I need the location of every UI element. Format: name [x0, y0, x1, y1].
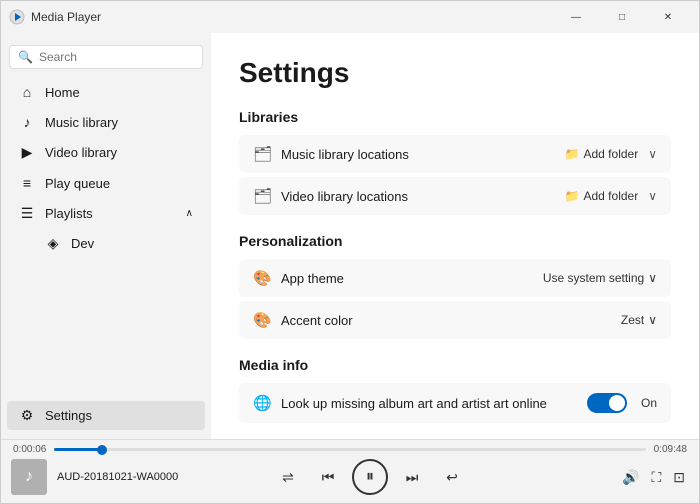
add-folder-video-label: Add folder: [584, 189, 639, 203]
chevron-down-icon-accent: ∨: [648, 313, 657, 327]
toggle-knob: [609, 395, 625, 411]
controls-center: ⇌ ⏮ ⏸ ⏭ ↩: [211, 459, 529, 495]
add-folder-music-button[interactable]: 📁 Add folder: [565, 147, 639, 161]
toggle-on-label: On: [641, 396, 657, 410]
fullscreen-button[interactable]: ⛶: [647, 465, 665, 490]
queue-icon: ≡: [19, 175, 35, 191]
titlebar: Media Player — □ ✕: [1, 1, 699, 33]
accent-color-row: 🎨 Accent color Zest ∨: [239, 301, 671, 339]
search-box[interactable]: 🔍: [9, 45, 203, 69]
sidebar-item-play-queue[interactable]: ≡ Play queue: [7, 169, 205, 197]
page-title: Settings: [239, 57, 671, 89]
shuffle-button[interactable]: ⇌: [272, 461, 304, 493]
folder-icon-music: 🗂: [253, 145, 271, 163]
titlebar-controls: — □ ✕: [553, 1, 691, 33]
next-button[interactable]: ⏭: [396, 461, 428, 493]
sidebar: 🔍 ⌂ Home ♪ Music library ▶ Video library…: [1, 33, 211, 439]
search-input[interactable]: [39, 50, 194, 64]
controls-right: 🔊 ⛶ ⊡: [529, 465, 689, 490]
sidebar-item-home-label: Home: [45, 85, 80, 100]
accent-color-label: Accent color: [281, 313, 611, 328]
minimize-button[interactable]: —: [553, 1, 599, 33]
sidebar-item-dev[interactable]: ◈ Dev: [7, 230, 205, 257]
progress-track[interactable]: [54, 448, 645, 451]
progress-dot: [97, 445, 107, 455]
search-icon: 🔍: [18, 50, 33, 64]
album-art-label: Look up missing album art and artist art…: [281, 396, 577, 411]
media-info-section-title: Media info: [239, 357, 671, 373]
add-folder-icon-video: 📁: [565, 189, 580, 203]
sidebar-item-dev-label: Dev: [71, 236, 94, 251]
theme-icon: 🎨: [253, 269, 271, 287]
accent-icon: 🎨: [253, 311, 271, 329]
personalization-section-title: Personalization: [239, 233, 671, 249]
accent-color-value-button[interactable]: Zest ∨: [621, 313, 657, 327]
sidebar-bottom: ⚙ Settings: [1, 400, 211, 431]
add-folder-video-button[interactable]: 📁 Add folder: [565, 189, 639, 203]
video-library-label: Video library locations: [281, 189, 555, 204]
progress-fill: [54, 448, 101, 451]
sidebar-item-home[interactable]: ⌂ Home: [7, 78, 205, 106]
playlists-icon: ☰: [19, 205, 35, 222]
volume-button[interactable]: 🔊: [618, 465, 643, 490]
add-folder-icon: 📁: [565, 147, 580, 161]
app-title: Media Player: [31, 10, 101, 24]
maximize-button[interactable]: □: [599, 1, 645, 33]
app-theme-value-button[interactable]: Use system setting ∨: [543, 271, 657, 285]
music-library-label: Music library locations: [281, 147, 555, 162]
sidebar-item-queue-label: Play queue: [45, 176, 110, 191]
main-layout: 🔍 ⌂ Home ♪ Music library ▶ Video library…: [1, 33, 699, 439]
app-theme-value: Use system setting: [543, 271, 644, 285]
video-icon: ▶: [19, 144, 35, 161]
music-note-icon: ♪: [25, 468, 33, 486]
track-thumbnail: ♪: [11, 459, 47, 495]
settings-icon: ⚙: [19, 407, 35, 424]
close-button[interactable]: ✕: [645, 1, 691, 33]
sidebar-item-playlists[interactable]: ☰ Playlists ∧: [7, 199, 205, 228]
add-folder-music-label: Add folder: [584, 147, 639, 161]
track-info: ♪ AUD-20181021-WA0000: [11, 459, 211, 495]
mini-player-button[interactable]: ⊡: [669, 465, 689, 490]
progress-row: 0:00:06 0:09:48: [1, 440, 699, 455]
sidebar-item-settings[interactable]: ⚙ Settings: [7, 401, 205, 430]
music-library-row: 🗂 Music library locations 📁 Add folder ∨: [239, 135, 671, 173]
chevron-down-icon-theme: ∨: [648, 271, 657, 285]
personalization-section: Personalization 🎨 App theme Use system s…: [239, 233, 671, 339]
titlebar-left: Media Player: [9, 9, 553, 25]
chevron-up-icon: ∧: [186, 208, 193, 219]
album-art-row: 🌐 Look up missing album art and artist a…: [239, 383, 671, 423]
previous-button[interactable]: ⏮: [312, 461, 344, 493]
player-bar: 0:00:06 0:09:48 ♪ AUD-20181021-WA0000 ⇌ …: [1, 439, 699, 503]
libraries-section: Libraries 🗂 Music library locations 📁 Ad…: [239, 109, 671, 215]
sidebar-item-video-label: Video library: [45, 145, 117, 160]
music-icon: ♪: [19, 114, 35, 130]
album-art-toggle[interactable]: [587, 393, 627, 413]
track-name: AUD-20181021-WA0000: [57, 471, 178, 483]
sidebar-item-video-library[interactable]: ▶ Video library: [7, 138, 205, 167]
globe-icon: 🌐: [253, 394, 271, 412]
dev-icon: ◈: [45, 235, 61, 252]
libraries-section-title: Libraries: [239, 109, 671, 125]
home-icon: ⌂: [19, 84, 35, 100]
sidebar-item-music-label: Music library: [45, 115, 118, 130]
accent-color-value: Zest: [621, 313, 644, 327]
sidebar-item-settings-label: Settings: [45, 408, 92, 423]
repeat-button[interactable]: ↩: [436, 461, 468, 493]
player-controls: ♪ AUD-20181021-WA0000 ⇌ ⏮ ⏸ ⏭ ↩ 🔊 ⛶ ⊡: [1, 455, 699, 503]
pause-button[interactable]: ⏸: [352, 459, 388, 495]
chevron-down-icon-video[interactable]: ∨: [648, 189, 657, 203]
app-theme-label: App theme: [281, 271, 533, 286]
sidebar-item-playlists-label: Playlists: [45, 206, 93, 221]
current-time: 0:00:06: [13, 444, 46, 455]
chevron-down-icon-music[interactable]: ∨: [648, 147, 657, 161]
video-library-row: 🗂 Video library locations 📁 Add folder ∨: [239, 177, 671, 215]
app-icon: [9, 9, 25, 25]
settings-content: Settings Libraries 🗂 Music library locat…: [211, 33, 699, 439]
sidebar-item-music-library[interactable]: ♪ Music library: [7, 108, 205, 136]
total-time: 0:09:48: [654, 444, 687, 455]
folder-icon-video: 🗂: [253, 187, 271, 205]
app-theme-row: 🎨 App theme Use system setting ∨: [239, 259, 671, 297]
media-info-section: Media info 🌐 Look up missing album art a…: [239, 357, 671, 423]
